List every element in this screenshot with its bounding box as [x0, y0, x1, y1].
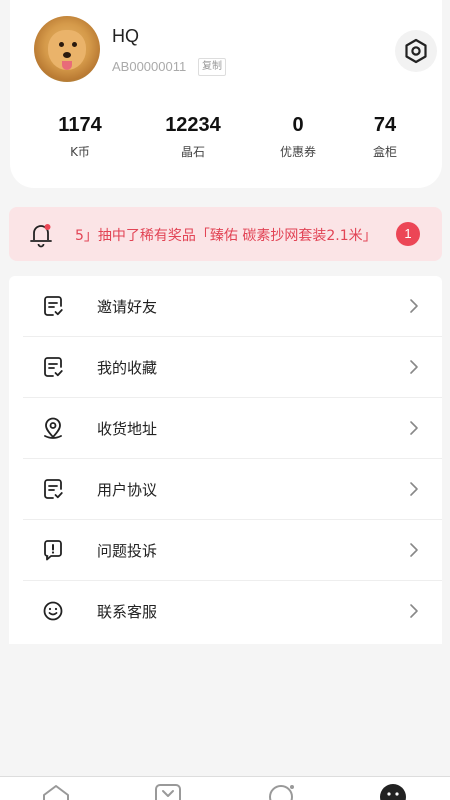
- stat-label: 晶石: [180, 145, 205, 159]
- user-id: AB00000011: [112, 59, 187, 74]
- chevron-right-icon: [410, 421, 418, 435]
- menu-item-complaints[interactable]: 问题投诉: [23, 520, 442, 581]
- stat-label: K币: [70, 145, 90, 159]
- notice-text: 5」抽中了稀有奖品「臻佑 碳素抄网套装2.1米」: [75, 228, 377, 244]
- notice-bar[interactable]: 5」抽中了稀有奖品「臻佑 碳素抄网套装2.1米」 1: [9, 207, 442, 261]
- menu-item-label: 问题投诉: [97, 542, 158, 560]
- settings-button[interactable]: [395, 30, 437, 72]
- menu-item-label: 用户协议: [97, 481, 158, 499]
- menu-item-label: 联系客服: [97, 603, 158, 621]
- menu-item-user-agreement[interactable]: 用户协议: [23, 459, 442, 520]
- menu-item-label: 我的收藏: [97, 359, 158, 377]
- stat-label: 盒柜: [372, 145, 397, 159]
- stat-value: 0: [292, 114, 304, 136]
- home-icon[interactable]: [40, 783, 72, 800]
- settings-hex-icon: [405, 38, 427, 64]
- menu-item-label: 收货地址: [97, 420, 158, 438]
- planet-icon[interactable]: [265, 783, 297, 800]
- stat-kcoin[interactable]: 1174 K币: [30, 114, 130, 160]
- chevron-right-icon: [410, 543, 418, 557]
- avatar-eye: [72, 42, 77, 47]
- avatar-eye: [59, 42, 64, 47]
- note-check-icon: [44, 357, 63, 377]
- username: HQ: [112, 26, 139, 46]
- menu-item-customer-service[interactable]: 联系客服: [23, 581, 442, 642]
- copy-button[interactable]: 复制: [198, 58, 226, 76]
- chevron-right-icon: [410, 482, 418, 496]
- notice-count-badge: 1: [396, 222, 420, 246]
- menu-item-label: 邀请好友: [97, 298, 158, 316]
- stat-value: 12234: [165, 114, 221, 136]
- box-icon[interactable]: [152, 783, 184, 800]
- chevron-right-icon: [410, 604, 418, 618]
- avatar[interactable]: [34, 16, 100, 82]
- stat-value: 74: [373, 114, 397, 136]
- stat-value: 1174: [58, 114, 102, 136]
- stat-crystal[interactable]: 12234 晶石: [143, 114, 243, 160]
- bell-icon: [30, 224, 52, 248]
- stat-label: 优惠券: [279, 145, 316, 159]
- note-check-icon: [44, 296, 63, 316]
- stat-coupon[interactable]: 0 优惠券: [248, 114, 348, 160]
- menu-item-invite-friends[interactable]: 邀请好友: [23, 276, 442, 337]
- menu-item-shipping-address[interactable]: 收货地址: [23, 398, 442, 459]
- profile-card: HQ AB00000011 复制 1174 K币 12234 晶石 0 优惠券 …: [10, 0, 442, 188]
- smile-icon: [43, 601, 63, 621]
- alert-message-icon: [44, 540, 62, 561]
- profile-icon[interactable]: [377, 783, 409, 800]
- location-pin-icon: [44, 417, 62, 439]
- chevron-right-icon: [410, 299, 418, 313]
- menu-item-my-favorites[interactable]: 我的收藏: [23, 337, 442, 398]
- chevron-right-icon: [410, 360, 418, 374]
- stat-box-cabinet[interactable]: 74 盒柜: [335, 114, 435, 160]
- bottom-tab-bar: [0, 776, 450, 800]
- avatar-nose: [63, 52, 71, 58]
- note-check-icon: [44, 479, 63, 499]
- menu-list: 邀请好友 我的收藏 收货地址 用户协议 问题投诉 联系客服: [9, 276, 442, 644]
